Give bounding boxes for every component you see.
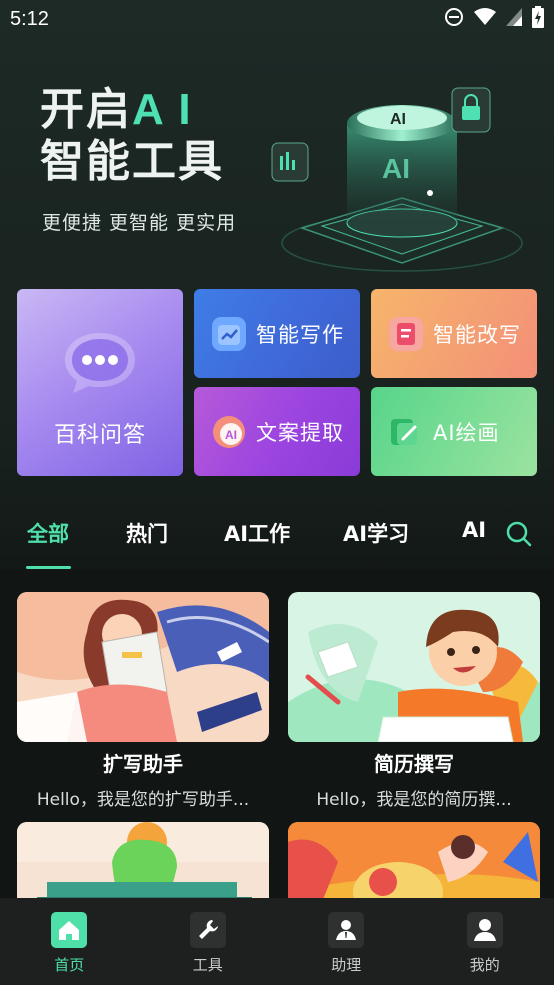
wifi-icon bbox=[474, 8, 496, 30]
home-icon bbox=[51, 912, 88, 948]
assistant-icon bbox=[328, 912, 365, 948]
card-image-reading-girl bbox=[17, 592, 269, 742]
feature-smart-rewrite[interactable]: 智能改写 bbox=[371, 289, 537, 378]
tab-ai-more[interactable]: AI bbox=[462, 518, 486, 542]
feature-grid: 百科问答 智能写作 智能改写 AI 文案提取 AI绘画 bbox=[17, 289, 537, 477]
do-not-disturb-icon bbox=[444, 7, 464, 31]
nav-label: 我的 bbox=[469, 956, 500, 974]
tool-card-fourth[interactable] bbox=[288, 822, 540, 898]
tool-card-list: 扩写助手 Hello，我是您的扩写助手... 简历撰写 Hello，我是您的简历… bbox=[0, 570, 554, 898]
pen-chart-icon bbox=[212, 316, 246, 351]
feature-label: 智能改写 bbox=[433, 322, 521, 347]
nav-tools[interactable]: 工具 bbox=[139, 898, 278, 985]
feature-encyclopedia-qa[interactable]: 百科问答 bbox=[17, 289, 183, 476]
feature-label: 文案提取 bbox=[256, 420, 344, 445]
hero-title-ai: A I bbox=[132, 85, 193, 134]
signal-icon bbox=[506, 8, 522, 30]
tool-card-resume[interactable]: 简历撰写 Hello，我是您的简历撰... bbox=[288, 592, 540, 810]
feature-ai-drawing[interactable]: AI绘画 bbox=[371, 387, 537, 476]
status-icons bbox=[444, 6, 544, 32]
feature-smart-writing[interactable]: 智能写作 bbox=[194, 289, 360, 378]
feature-copy-extract[interactable]: AI 文案提取 bbox=[194, 387, 360, 476]
chat-bubble-icon bbox=[63, 331, 137, 395]
wrench-icon bbox=[189, 912, 226, 948]
search-icon[interactable] bbox=[505, 520, 533, 548]
svg-text:AI: AI bbox=[225, 428, 237, 442]
bottom-navigation: 首页 工具 助理 我的 bbox=[0, 898, 554, 985]
svg-text:AI: AI bbox=[382, 153, 410, 184]
card-title: 简历撰写 bbox=[374, 752, 454, 776]
nav-label: 工具 bbox=[192, 956, 223, 974]
nav-label: 首页 bbox=[54, 956, 85, 974]
app-screen: 5:12 开启A I 智能工具 更便捷 更智能 更实用 AI AI 百科问答 智… bbox=[0, 0, 554, 985]
feature-label: AI绘画 bbox=[433, 420, 500, 445]
tool-card-third[interactable] bbox=[17, 822, 269, 898]
active-tab-indicator bbox=[26, 566, 71, 569]
card-image-green-figure bbox=[17, 822, 269, 898]
feature-label: 百科问答 bbox=[53, 423, 146, 448]
tab-ai-work[interactable]: AI工作 bbox=[224, 518, 290, 548]
feature-label: 智能写作 bbox=[256, 322, 344, 347]
hero-title: 开启A I 智能工具 bbox=[40, 84, 224, 188]
nav-home[interactable]: 首页 bbox=[0, 898, 139, 985]
status-bar: 5:12 bbox=[0, 0, 554, 38]
nav-assistant[interactable]: 助理 bbox=[277, 898, 416, 985]
paint-brush-icon bbox=[389, 415, 423, 449]
nav-profile[interactable]: 我的 bbox=[416, 898, 554, 985]
hero-subtitle: 更便捷 更智能 更实用 bbox=[42, 212, 237, 234]
hero-title-line2: 智能工具 bbox=[40, 137, 224, 186]
card-image-writing-boy bbox=[288, 592, 540, 742]
tab-all[interactable]: 全部 bbox=[27, 518, 69, 548]
tool-card-expand[interactable]: 扩写助手 Hello，我是您的扩写助手... bbox=[17, 592, 269, 810]
card-description: Hello，我是您的简历撰... bbox=[316, 790, 512, 810]
tab-ai-study[interactable]: AI学习 bbox=[343, 518, 409, 548]
ai-platform-illustration: AI AI bbox=[271, 87, 523, 272]
hero-banner[interactable]: 开启A I 智能工具 更便捷 更智能 更实用 AI AI bbox=[0, 38, 554, 288]
category-tabs: 全部 热门 AI工作 AI学习 AI bbox=[0, 500, 554, 570]
hero-title-prefix: 开启 bbox=[40, 85, 132, 134]
battery-charging-icon bbox=[532, 6, 544, 32]
card-description: Hello，我是您的扩写助手... bbox=[36, 790, 250, 810]
profile-icon bbox=[466, 912, 503, 948]
tab-hot[interactable]: 热门 bbox=[126, 518, 168, 548]
nav-label: 助理 bbox=[331, 956, 362, 974]
svg-text:AI: AI bbox=[390, 111, 406, 128]
card-image-rocket bbox=[288, 822, 540, 898]
ai-extract-icon: AI bbox=[212, 415, 246, 449]
card-title: 扩写助手 bbox=[103, 752, 183, 776]
status-time: 5:12 bbox=[10, 7, 49, 30]
document-edit-icon bbox=[389, 316, 423, 351]
